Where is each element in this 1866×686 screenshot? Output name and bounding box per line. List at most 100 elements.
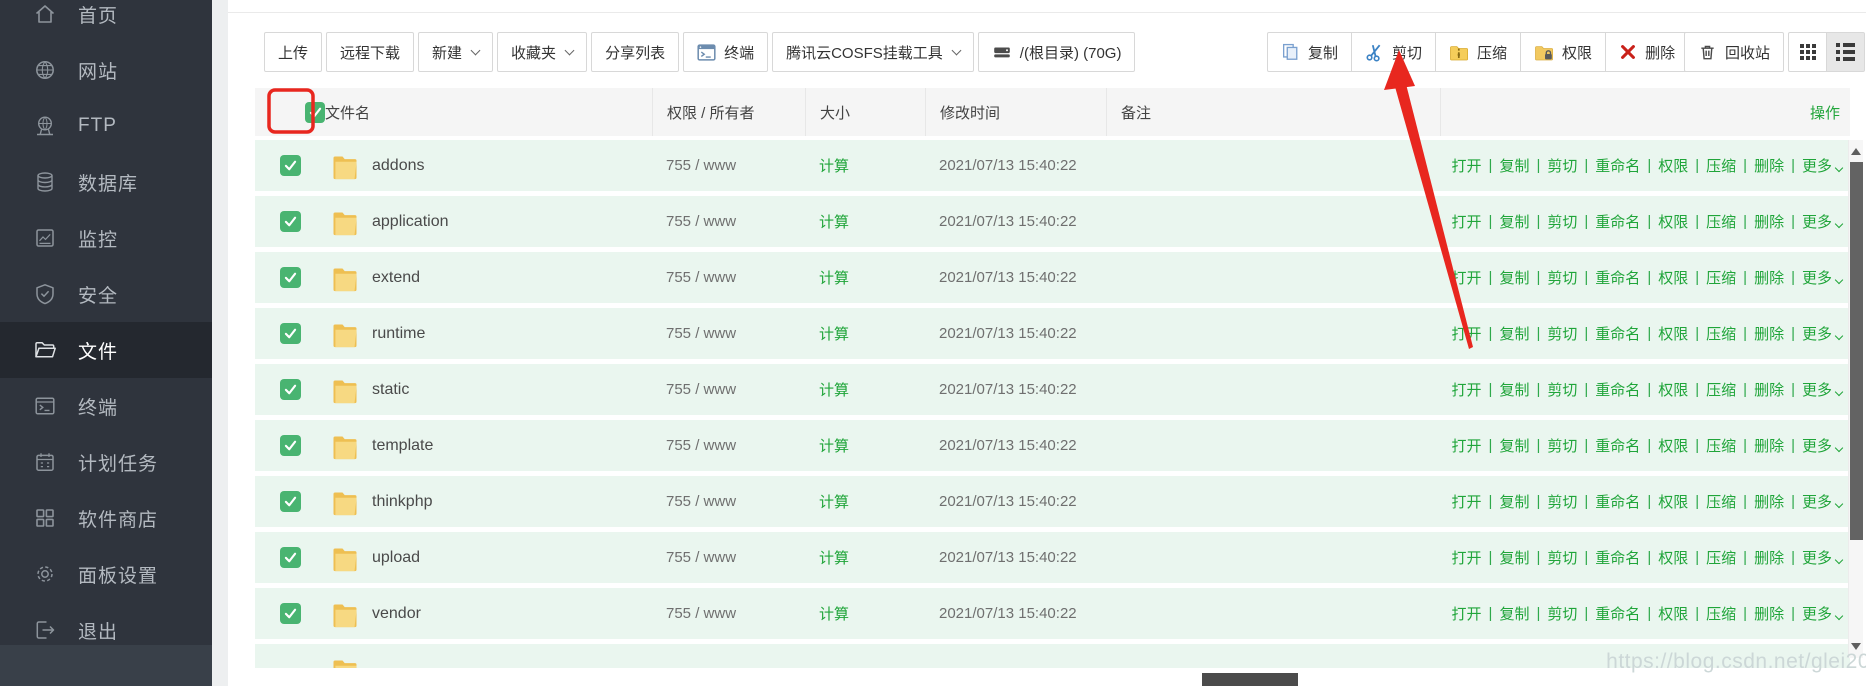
row-action-open[interactable]: 打开 <box>1452 323 1482 344</box>
calc-size-link[interactable]: 计算 <box>819 214 849 231</box>
table-row[interactable]: vendor 755 / www 计算 2021/07/13 15:40:22 … <box>255 588 1850 639</box>
file-name[interactable]: runtime <box>372 325 425 343</box>
sidebar-item-security[interactable]: 安全 <box>0 266 212 322</box>
row-action-open[interactable]: 打开 <box>1452 267 1482 288</box>
row-action-compress[interactable]: 压缩 <box>1706 155 1736 176</box>
sidebar-item-database[interactable]: 数据库 <box>0 154 212 210</box>
row-action-more[interactable]: 更多 <box>1802 323 1842 344</box>
row-action-rename[interactable]: 重命名 <box>1595 547 1640 568</box>
calc-size-link[interactable]: 计算 <box>819 158 849 175</box>
root-dir-button[interactable]: /(根目录) (70G) <box>978 32 1136 72</box>
row-action-open[interactable]: 打开 <box>1452 211 1482 232</box>
row-action-perm[interactable]: 权限 <box>1658 491 1688 512</box>
row-action-perm[interactable]: 权限 <box>1658 603 1688 624</box>
row-checkbox[interactable] <box>280 379 301 400</box>
row-action-copy[interactable]: 复制 <box>1499 155 1529 176</box>
upload-button[interactable]: 上传 <box>264 32 322 72</box>
row-action-perm[interactable]: 权限 <box>1658 547 1688 568</box>
row-action-rename[interactable]: 重命名 <box>1595 379 1640 400</box>
row-action-open[interactable]: 打开 <box>1452 491 1482 512</box>
row-action-cut[interactable]: 剪切 <box>1547 603 1577 624</box>
row-action-copy[interactable]: 复制 <box>1499 491 1529 512</box>
header-note[interactable]: 备注 <box>1106 88 1440 136</box>
row-action-rename[interactable]: 重命名 <box>1595 603 1640 624</box>
row-action-more[interactable]: 更多 <box>1802 211 1842 232</box>
row-action-delete[interactable]: 删除 <box>1754 267 1784 288</box>
grid-view-button[interactable] <box>1788 32 1827 72</box>
calc-size-link[interactable]: 计算 <box>819 326 849 343</box>
row-action-perm[interactable]: 权限 <box>1658 379 1688 400</box>
sidebar-item-files[interactable]: 文件 <box>0 322 212 378</box>
row-action-compress[interactable]: 压缩 <box>1706 547 1736 568</box>
calc-size-link[interactable]: 计算 <box>819 494 849 511</box>
list-view-button[interactable] <box>1826 32 1865 72</box>
row-action-copy[interactable]: 复制 <box>1499 435 1529 456</box>
row-checkbox[interactable] <box>280 603 301 624</box>
row-action-copy[interactable]: 复制 <box>1499 603 1529 624</box>
vertical-scrollbar[interactable] <box>1848 140 1863 658</box>
row-action-cut[interactable]: 剪切 <box>1547 267 1577 288</box>
row-action-cut[interactable]: 剪切 <box>1547 435 1577 456</box>
row-action-more[interactable]: 更多 <box>1802 379 1842 400</box>
row-action-more[interactable]: 更多 <box>1802 491 1842 512</box>
row-checkbox[interactable] <box>280 323 301 344</box>
share-list-button[interactable]: 分享列表 <box>591 32 679 72</box>
calc-size-link[interactable]: 计算 <box>819 606 849 623</box>
compress-button[interactable]: 压缩 <box>1435 32 1521 72</box>
row-action-delete[interactable]: 删除 <box>1754 491 1784 512</box>
row-action-compress[interactable]: 压缩 <box>1706 603 1736 624</box>
header-mtime[interactable]: 修改时间 <box>925 88 1106 136</box>
row-action-delete[interactable]: 删除 <box>1754 603 1784 624</box>
row-checkbox[interactable] <box>280 547 301 568</box>
row-action-cut[interactable]: 剪切 <box>1547 491 1577 512</box>
scroll-down-arrow-icon[interactable] <box>1851 643 1861 650</box>
file-name[interactable]: vendor <box>372 605 421 623</box>
row-action-copy[interactable]: 复制 <box>1499 267 1529 288</box>
table-row[interactable]: addons 755 / www 计算 2021/07/13 15:40:22 … <box>255 140 1850 191</box>
file-name[interactable]: thinkphp <box>372 493 433 511</box>
row-action-cut[interactable]: 剪切 <box>1547 211 1577 232</box>
file-name[interactable]: addons <box>372 157 425 175</box>
select-all-checkbox[interactable] <box>305 102 325 123</box>
file-name[interactable]: static <box>372 381 409 399</box>
row-action-rename[interactable]: 重命名 <box>1595 491 1640 512</box>
calc-size-link[interactable]: 计算 <box>819 270 849 287</box>
row-action-open[interactable]: 打开 <box>1452 379 1482 400</box>
sidebar-item-monitor[interactable]: 监控 <box>0 210 212 266</box>
row-action-more[interactable]: 更多 <box>1802 155 1842 176</box>
recycle-bin-button[interactable]: 回收站 <box>1684 32 1784 72</box>
row-action-compress[interactable]: 压缩 <box>1706 379 1736 400</box>
delete-button[interactable]: 删除 <box>1605 32 1689 72</box>
row-checkbox[interactable] <box>280 267 301 288</box>
row-action-more[interactable]: 更多 <box>1802 267 1842 288</box>
file-name[interactable]: extend <box>372 269 420 287</box>
row-action-more[interactable]: 更多 <box>1802 547 1842 568</box>
calc-size-link[interactable]: 计算 <box>819 438 849 455</box>
header-size[interactable]: 大小 <box>805 88 925 136</box>
row-action-rename[interactable]: 重命名 <box>1595 267 1640 288</box>
row-action-delete[interactable]: 删除 <box>1754 435 1784 456</box>
table-row[interactable]: static 755 / www 计算 2021/07/13 15:40:22 … <box>255 364 1850 415</box>
row-checkbox[interactable] <box>280 155 301 176</box>
row-action-cut[interactable]: 剪切 <box>1547 155 1577 176</box>
row-action-open[interactable]: 打开 <box>1452 603 1482 624</box>
row-action-open[interactable]: 打开 <box>1452 155 1482 176</box>
row-action-delete[interactable]: 删除 <box>1754 155 1784 176</box>
table-row[interactable]: thinkphp 755 / www 计算 2021/07/13 15:40:2… <box>255 476 1850 527</box>
permission-button[interactable]: 权限 <box>1520 32 1606 72</box>
row-action-more[interactable]: 更多 <box>1802 603 1842 624</box>
row-action-perm[interactable]: 权限 <box>1658 211 1688 232</box>
row-checkbox[interactable] <box>280 491 301 512</box>
cut-button[interactable]: 剪切 <box>1351 32 1436 72</box>
row-action-perm[interactable]: 权限 <box>1658 267 1688 288</box>
row-checkbox[interactable] <box>280 211 301 232</box>
row-action-delete[interactable]: 删除 <box>1754 379 1784 400</box>
row-action-compress[interactable]: 压缩 <box>1706 323 1736 344</box>
table-row[interactable]: runtime 755 / www 计算 2021/07/13 15:40:22… <box>255 308 1850 359</box>
sidebar-item-site[interactable]: 网站 <box>0 42 212 98</box>
sidebar-item-cron[interactable]: 计划任务 <box>0 434 212 490</box>
file-name[interactable]: upload <box>372 549 420 567</box>
header-filename[interactable]: 文件名 <box>325 88 652 136</box>
sidebar-item-ftp[interactable]: FTP <box>0 98 212 154</box>
row-action-compress[interactable]: 压缩 <box>1706 491 1736 512</box>
